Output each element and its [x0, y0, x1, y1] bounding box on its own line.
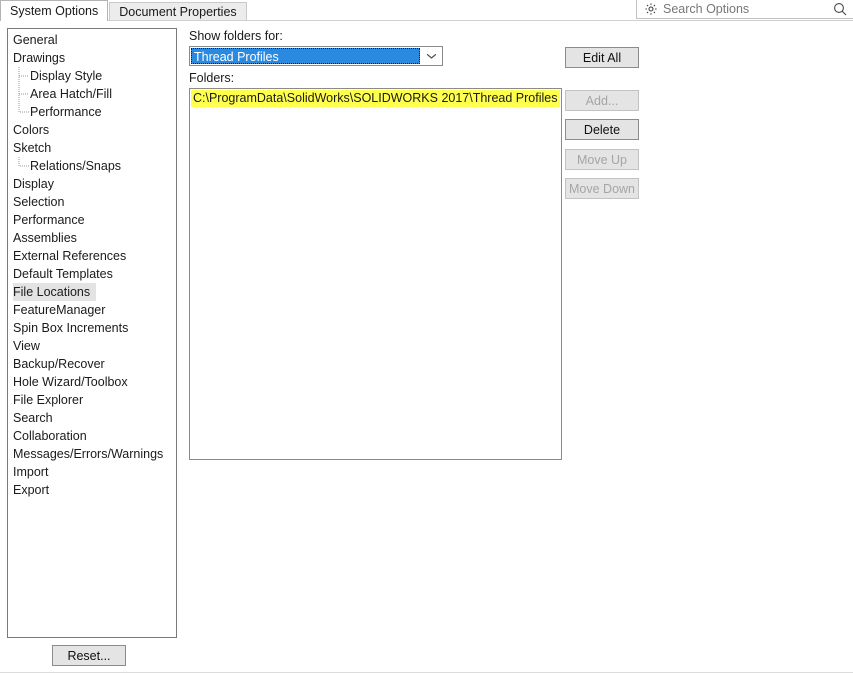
- sidebar-item-hole-wizard-toolbox[interactable]: Hole Wizard/Toolbox: [8, 373, 176, 391]
- sidebar-item-file-locations[interactable]: File Locations: [8, 283, 176, 301]
- sidebar-item-file-explorer[interactable]: File Explorer: [8, 391, 176, 409]
- tree-connector-icon: [18, 67, 30, 85]
- search-icon[interactable]: [832, 1, 848, 17]
- sidebar-item-display-style[interactable]: Display Style: [8, 67, 176, 85]
- window-bottom-rule: [0, 672, 853, 673]
- sidebar-item-label: Assemblies: [13, 231, 77, 245]
- sidebar-item-export[interactable]: Export: [8, 481, 176, 499]
- sidebar-item-external-references[interactable]: External References: [8, 247, 176, 265]
- sidebar-item-view[interactable]: View: [8, 337, 176, 355]
- sidebar-item-backup-recover[interactable]: Backup/Recover: [8, 355, 176, 373]
- show-folders-selected-value: Thread Profiles: [191, 48, 420, 64]
- sidebar-item-label: Messages/Errors/Warnings: [13, 447, 164, 461]
- sidebar-item-display[interactable]: Display: [8, 175, 176, 193]
- search-options-box[interactable]: Search Options: [636, 0, 853, 19]
- sidebar-item-label: Search: [13, 411, 53, 425]
- sidebar-item-label: Default Templates: [13, 267, 113, 281]
- chevron-down-icon[interactable]: [420, 47, 442, 65]
- sidebar-item-label: Selection: [13, 195, 65, 209]
- sidebar-item-search[interactable]: Search: [8, 409, 176, 427]
- edit-all-button[interactable]: Edit All: [565, 47, 639, 68]
- sidebar-item-label: External References: [13, 249, 127, 263]
- tab-system-options[interactable]: System Options: [0, 0, 109, 21]
- tree-connector-icon: [18, 157, 30, 175]
- tab-system-options-label: System Options: [10, 3, 99, 18]
- sidebar-item-label: Collaboration: [13, 429, 87, 443]
- tab-strip-underline: [0, 20, 853, 21]
- delete-folder-button[interactable]: Delete: [565, 119, 639, 140]
- sidebar-item-label: Area Hatch/Fill: [30, 87, 112, 101]
- sidebar-item-label: Import: [13, 465, 49, 479]
- folder-path[interactable]: C:\ProgramData\SolidWorks\SOLIDWORKS 201…: [191, 90, 561, 107]
- folder-row[interactable]: C:\ProgramData\SolidWorks\SOLIDWORKS 201…: [191, 90, 561, 107]
- sidebar-item-label: Display: [13, 177, 54, 191]
- sidebar-item-label: Export: [13, 483, 50, 497]
- sidebar-item-spin-box-increments[interactable]: Spin Box Increments: [8, 319, 176, 337]
- folders-list[interactable]: C:\ProgramData\SolidWorks\SOLIDWORKS 201…: [189, 88, 562, 460]
- sidebar-item-label: Display Style: [30, 69, 103, 83]
- show-folders-label: Show folders for:: [189, 29, 283, 43]
- sidebar-item-label: General: [13, 33, 58, 47]
- sidebar-item-selection[interactable]: Selection: [8, 193, 176, 211]
- search-input[interactable]: Search Options: [663, 2, 832, 16]
- sidebar-item-featuremanager[interactable]: FeatureManager: [8, 301, 176, 319]
- sidebar-item-performance[interactable]: Performance: [8, 211, 176, 229]
- sidebar-item-collaboration[interactable]: Collaboration: [8, 427, 176, 445]
- title-bar: System Options Document Properties Searc…: [0, 0, 853, 21]
- options-category-list[interactable]: General Drawings Display Style Area Hatch/F…: [7, 28, 177, 638]
- sidebar-item-sketch[interactable]: Sketch: [8, 139, 176, 157]
- sidebar-item-colors[interactable]: Colors: [8, 121, 176, 139]
- sidebar-item-label: Performance: [13, 213, 85, 227]
- sidebar-item-relations-snaps[interactable]: Relations/Snaps: [8, 157, 176, 175]
- sidebar-item-label: Spin Box Increments: [13, 321, 129, 335]
- tab-document-properties[interactable]: Document Properties: [109, 2, 247, 21]
- tree-connector-icon: [18, 85, 30, 103]
- sidebar-item-messages-errors-warnings[interactable]: Messages/Errors/Warnings: [8, 445, 176, 463]
- gear-icon: [644, 2, 658, 16]
- sidebar-item-label: File Locations: [13, 283, 97, 301]
- sidebar-item-label: Sketch: [13, 141, 52, 155]
- move-up-button: Move Up: [565, 149, 639, 170]
- sidebar-item-import[interactable]: Import: [8, 463, 176, 481]
- sidebar-item-label: Hole Wizard/Toolbox: [13, 375, 128, 389]
- sidebar-item-label: FeatureManager: [13, 303, 106, 317]
- sidebar-item-label: File Explorer: [13, 393, 84, 407]
- add-folder-button: Add...: [565, 90, 639, 111]
- move-down-button: Move Down: [565, 178, 639, 199]
- show-folders-dropdown[interactable]: Thread Profiles: [189, 46, 443, 66]
- tab-strip: System Options Document Properties: [0, 0, 247, 21]
- folders-label: Folders:: [189, 71, 235, 85]
- sidebar-item-general[interactable]: General: [8, 31, 176, 49]
- tree-connector-icon: [18, 103, 30, 121]
- sidebar-item-default-templates[interactable]: Default Templates: [8, 265, 176, 283]
- tab-document-properties-label: Document Properties: [119, 4, 237, 19]
- sidebar-item-label: Colors: [13, 123, 50, 137]
- sidebar-item-drawings[interactable]: Drawings: [8, 49, 176, 67]
- sidebar-item-label: Backup/Recover: [13, 357, 105, 371]
- sidebar-item-label: Drawings: [13, 51, 66, 65]
- sidebar-item-performance[interactable]: Performance: [8, 103, 176, 121]
- sidebar-item-assemblies[interactable]: Assemblies: [8, 229, 176, 247]
- sidebar-item-area-hatch-fill[interactable]: Area Hatch/Fill: [8, 85, 176, 103]
- sidebar-item-label: View: [13, 339, 40, 353]
- sidebar-item-label: Relations/Snaps: [30, 159, 122, 173]
- reset-button[interactable]: Reset...: [52, 645, 126, 666]
- sidebar-item-label: Performance: [30, 105, 102, 119]
